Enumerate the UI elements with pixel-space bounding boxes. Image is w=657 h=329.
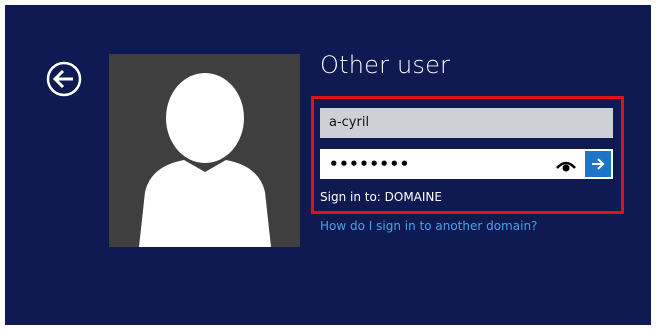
page-title: Other user bbox=[320, 51, 451, 79]
back-arrow-icon bbox=[46, 61, 82, 97]
reveal-password-button[interactable] bbox=[556, 158, 576, 172]
other-domain-help-link[interactable]: How do I sign in to another domain? bbox=[320, 219, 537, 233]
right-arrow-icon bbox=[592, 158, 605, 170]
eye-icon bbox=[556, 161, 576, 172]
user-avatar bbox=[109, 54, 300, 247]
user-silhouette-icon bbox=[139, 73, 271, 247]
password-value: •••••••• bbox=[329, 155, 410, 173]
username-field[interactable]: a-cyril bbox=[320, 108, 613, 138]
password-field[interactable]: •••••••• bbox=[320, 149, 613, 179]
back-button[interactable] bbox=[46, 61, 82, 97]
lock-screen: Other user a-cyril •••••••• Sign in to: … bbox=[5, 5, 651, 325]
sign-in-domain-label: Sign in to: DOMAINE bbox=[320, 190, 442, 204]
submit-button[interactable] bbox=[585, 151, 611, 177]
